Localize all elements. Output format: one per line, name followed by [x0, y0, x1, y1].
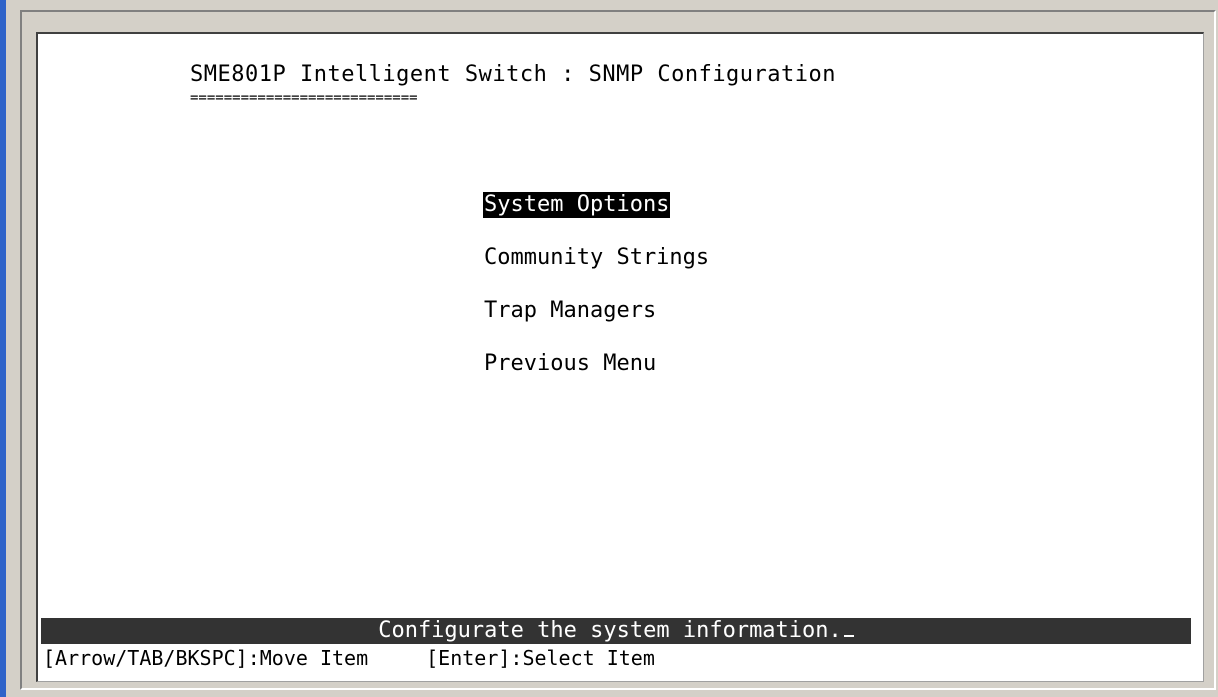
terminal-screen[interactable]: SME801P Intelligent Switch : SNMP Config…	[36, 32, 1204, 682]
status-message: Configurate the system information.	[378, 618, 842, 643]
terminal-window-frame: SME801P Intelligent Switch : SNMP Config…	[0, 0, 1218, 697]
title-underline: ===========================	[190, 90, 418, 106]
help-select-item: [Enter]:Select Item	[426, 646, 655, 670]
menu-item-system-options[interactable]: System Options	[483, 192, 671, 218]
menu-item-trap-managers[interactable]: Trap Managers	[483, 298, 657, 324]
snmp-menu: System Options Community Strings Trap Ma…	[483, 192, 710, 404]
menu-item-community-strings[interactable]: Community Strings	[483, 245, 710, 271]
page-title: SME801P Intelligent Switch : SNMP Config…	[190, 62, 837, 87]
text-cursor-icon	[843, 619, 854, 637]
help-move-item: [Arrow/TAB/BKSPC]:Move Item	[43, 646, 369, 670]
key-help-line: [Arrow/TAB/BKSPC]:Move Item [Enter]:Selec…	[43, 646, 655, 670]
status-bar: Configurate the system information.	[41, 618, 1191, 644]
menu-item-previous-menu[interactable]: Previous Menu	[483, 351, 657, 377]
